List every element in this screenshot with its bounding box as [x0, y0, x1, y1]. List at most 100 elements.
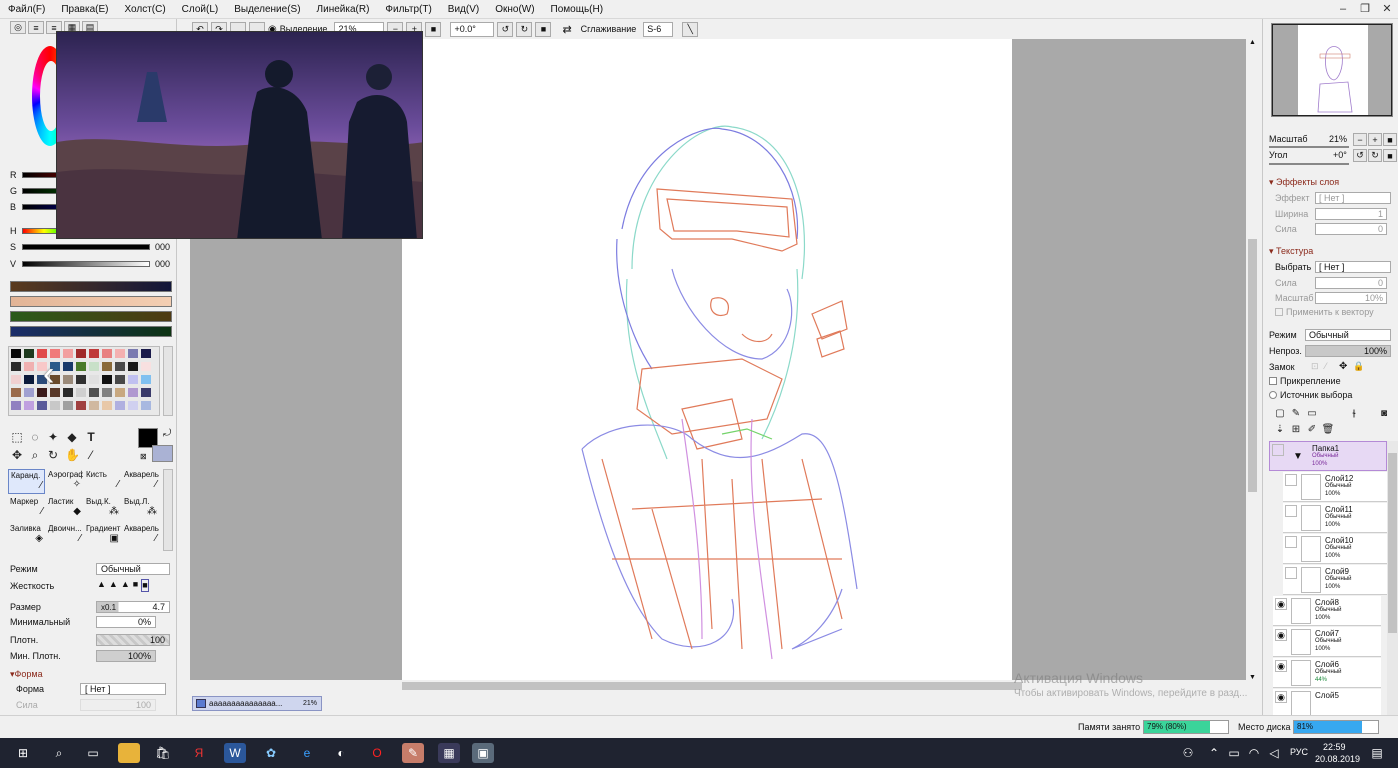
palette-swatch[interactable]: [11, 388, 21, 397]
secondary-color[interactable]: [152, 445, 173, 462]
brush-slot[interactable]: Заливка ◈: [8, 523, 45, 548]
brush-slot[interactable]: Кисть ⁄: [84, 469, 121, 494]
lock-all-icon[interactable]: 🔒: [1353, 361, 1364, 372]
swap-colors-icon[interactable]: ⤾: [163, 428, 171, 439]
layer-row[interactable]: ◉ Слой7 Обычный 100%: [1273, 627, 1381, 657]
size-field[interactable]: x0.1 4.7: [96, 601, 170, 613]
brush-slot[interactable]: Акварель ⁄: [122, 469, 159, 494]
palette-swatch[interactable]: [11, 375, 21, 384]
lasso-icon[interactable]: ◌: [28, 430, 42, 444]
swatch-bar-2[interactable]: [10, 296, 172, 307]
hardness-4-icon[interactable]: ■: [133, 579, 138, 592]
palette-swatch[interactable]: [141, 388, 151, 397]
zoom-tool-icon[interactable]: ⌕: [28, 448, 42, 462]
layer-mode-select[interactable]: Обычный: [1305, 329, 1391, 341]
palette-swatch[interactable]: [89, 362, 99, 371]
layer-row[interactable]: Слой10 Обычный 100%: [1283, 534, 1387, 564]
vertical-scroll-thumb[interactable]: [1248, 239, 1257, 492]
palette-swatch[interactable]: [128, 388, 138, 397]
texture-select[interactable]: [ Нет ]: [1315, 261, 1391, 273]
reference-image-window[interactable]: [56, 31, 423, 239]
transparent-color-icon[interactable]: ⊠: [140, 452, 147, 461]
menu-canvas[interactable]: Холст(C): [116, 4, 173, 15]
palette-swatch[interactable]: [76, 362, 86, 371]
minimize-icon[interactable]: –: [1332, 0, 1354, 18]
smoothing-select[interactable]: S-6: [643, 21, 674, 37]
clipping-checkbox[interactable]: Прикрепление: [1269, 376, 1341, 386]
merge-down-icon[interactable]: ⊞: [1289, 423, 1303, 437]
color-wheel-tab-icon[interactable]: ◎: [10, 21, 26, 34]
navigator-view-rect[interactable]: [1272, 24, 1392, 116]
texture-header[interactable]: ▾ Текстура: [1269, 246, 1313, 257]
transfer-down-icon[interactable]: ⇣: [1273, 423, 1287, 437]
shape-section-header[interactable]: ▾ Форма: [10, 667, 43, 681]
palette-swatch[interactable]: [24, 362, 34, 371]
windows-start-icon[interactable]: ⊞: [12, 743, 34, 763]
eye-icon[interactable]: ◉: [1275, 691, 1287, 703]
paint-tool-sai-icon[interactable]: ✎: [402, 743, 424, 763]
steam-icon[interactable]: ◐: [330, 743, 352, 763]
layer-effects-header[interactable]: ▾ Эффекты слоя: [1269, 177, 1339, 188]
eye-icon[interactable]: ◉: [1275, 660, 1287, 672]
new-folder-icon[interactable]: ▭: [1305, 407, 1319, 421]
menu-layer[interactable]: Слой(L): [174, 4, 227, 15]
strength-field[interactable]: 100: [80, 699, 156, 711]
folder-expand-icon[interactable]: ▼: [1288, 444, 1308, 470]
hand-tool-icon[interactable]: ✋: [65, 448, 80, 462]
palette-swatch[interactable]: [115, 349, 125, 358]
menu-selection[interactable]: Выделение(S): [226, 4, 308, 15]
palette-swatch[interactable]: [102, 349, 112, 358]
word-icon[interactable]: W: [224, 743, 246, 763]
layer-row[interactable]: ◉ Слой5: [1273, 689, 1381, 717]
close-icon[interactable]: ✕: [1376, 0, 1398, 18]
eye-icon[interactable]: [1285, 536, 1297, 548]
palette-swatch[interactable]: [128, 349, 138, 358]
palette-scrollbar[interactable]: [163, 346, 173, 416]
search-icon[interactable]: ⌕: [48, 743, 70, 763]
layer-row[interactable]: ◉ Слой8 Обычный 100%: [1273, 596, 1381, 626]
media-player-icon[interactable]: ▦: [438, 743, 460, 763]
palette-swatch[interactable]: [141, 362, 151, 371]
bucket-select-icon[interactable]: ◆: [65, 430, 79, 444]
maximize-icon[interactable]: ❐: [1354, 0, 1376, 18]
text-tool-icon[interactable]: T: [84, 430, 98, 444]
palette-swatch[interactable]: [63, 401, 73, 410]
palette-swatch[interactable]: [24, 401, 34, 410]
task-view-icon[interactable]: ▭: [82, 743, 104, 763]
checkbox-icon[interactable]: [1269, 377, 1277, 385]
line-tool-icon[interactable]: ╲: [682, 21, 699, 37]
v-slider[interactable]: V 000: [10, 258, 170, 270]
menu-file[interactable]: Файл(F): [0, 4, 53, 15]
palette-swatch[interactable]: [11, 349, 21, 358]
brush-mode-select[interactable]: Обычный: [96, 563, 170, 575]
texture-strength-field[interactable]: 0: [1315, 277, 1387, 289]
nav-scale-slider[interactable]: [1269, 146, 1349, 148]
swatch-bar-1[interactable]: [10, 281, 172, 292]
network-icon[interactable]: ▭: [1226, 743, 1242, 763]
effect-strength-field[interactable]: 0: [1315, 223, 1387, 235]
palette-swatch[interactable]: [128, 362, 138, 371]
layer-row[interactable]: ◉ Слой6 Обычный 44%: [1273, 658, 1381, 688]
magic-wand-icon[interactable]: ✦: [46, 430, 60, 444]
hardness-5-icon[interactable]: ■: [141, 579, 149, 592]
checkbox-icon[interactable]: [1275, 308, 1283, 316]
delete-layer-icon[interactable]: 🗑: [1321, 423, 1335, 437]
palette-swatch[interactable]: [50, 401, 60, 410]
palette-swatch[interactable]: [115, 401, 125, 410]
brush-slot[interactable]: Акварель ⁄: [122, 523, 159, 548]
vertical-scrollbar[interactable]: ▲ ▼: [1246, 39, 1259, 681]
layers-scrollbar[interactable]: [1387, 441, 1398, 717]
brush-slot[interactable]: Аэрограф ✧: [46, 469, 83, 494]
effect-width-field[interactable]: 1: [1315, 208, 1387, 220]
menu-help[interactable]: Помощь(H): [543, 4, 612, 15]
brush-slot[interactable]: Двоичн... ⁄: [46, 523, 83, 548]
brush-slot[interactable]: Выд.К. ⁂: [84, 496, 121, 521]
palette-swatch[interactable]: [115, 362, 125, 371]
clock-date[interactable]: 20.08.2019: [1315, 754, 1360, 764]
image-viewer-icon[interactable]: ▣: [472, 743, 494, 763]
nav-zoom-in-icon[interactable]: +: [1368, 133, 1382, 146]
palette-swatch[interactable]: [102, 362, 112, 371]
angle-field[interactable]: +0.0°: [450, 21, 495, 37]
palette-swatch[interactable]: [115, 375, 125, 384]
eye-icon[interactable]: [1285, 474, 1297, 486]
